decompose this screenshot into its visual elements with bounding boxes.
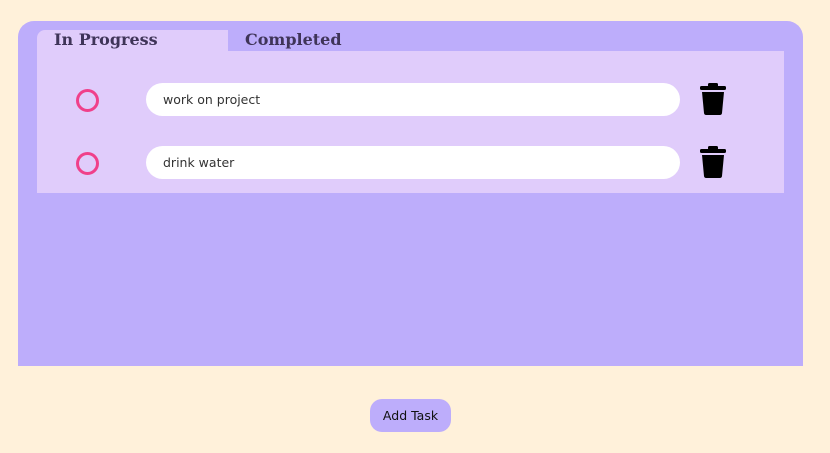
list-item — [37, 83, 784, 117]
tab-completed-label: Completed — [245, 30, 342, 49]
add-task-button[interactable]: Add Task — [370, 399, 451, 432]
tab-in-progress[interactable]: In Progress — [37, 30, 228, 51]
task-list — [37, 51, 784, 193]
circle-outline-icon[interactable] — [76, 89, 99, 112]
task-board: In Progress Completed — [18, 21, 803, 366]
trash-icon[interactable] — [699, 145, 727, 179]
tab-in-progress-label: In Progress — [54, 30, 158, 49]
circle-outline-icon[interactable] — [76, 152, 99, 175]
list-item — [37, 146, 784, 180]
tab-completed[interactable]: Completed — [228, 30, 418, 51]
task-text-input[interactable] — [146, 146, 680, 179]
trash-icon[interactable] — [699, 82, 727, 116]
task-text-input[interactable] — [146, 83, 680, 116]
